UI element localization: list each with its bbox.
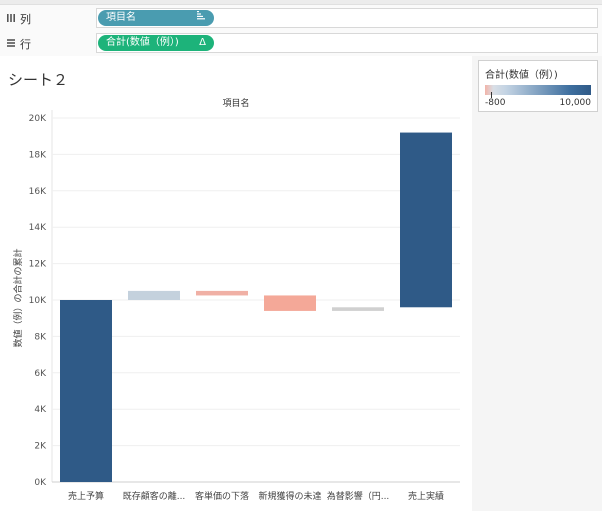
rows-icon — [6, 38, 16, 51]
columns-icon — [6, 13, 16, 26]
bar-1[interactable] — [60, 300, 112, 482]
x-tick-label: 新規獲得の未達 — [258, 490, 321, 502]
bar-3[interactable] — [196, 290, 248, 296]
column-pill-text: 項目名 — [106, 12, 136, 23]
waterfall-chart: 0K 2K 4K 6K 8K 10K 12K 14K 16K 18K 20K 売上予算 既存顧客の離.… — [12, 110, 460, 502]
columns-shelf: 列 項目名 — [0, 5, 602, 32]
y-tick-label: 14K — [29, 223, 47, 233]
y-axis-ticks: 0K 2K 4K 6K 8K 10K 12K 14K 16K 18K 20K — [29, 114, 47, 488]
y-tick-label: 4K — [34, 405, 47, 415]
delta-icon[interactable]: Δ — [199, 35, 206, 51]
x-tick-label: 売上実績 — [408, 490, 444, 502]
columns-shelf-label: 列 — [6, 11, 31, 27]
y-tick-label: 10K — [29, 296, 47, 306]
bars — [60, 132, 452, 482]
y-tick-label: 18K — [29, 150, 47, 160]
columns-label-text: 列 — [20, 13, 31, 26]
legend-max-label: 10,000 — [559, 98, 592, 108]
y-tick-label: 12K — [29, 260, 47, 270]
y-tick-label: 6K — [34, 369, 47, 379]
sort-descending-icon[interactable] — [196, 10, 206, 26]
sheet-title: シート２ — [8, 71, 69, 89]
legend-panel — [472, 56, 602, 511]
bar-4[interactable] — [264, 295, 316, 311]
y-tick-label: 16K — [29, 187, 47, 197]
x-tick-label: 客単価の下落 — [195, 490, 249, 502]
rows-shelf-label: 行 — [6, 36, 31, 52]
bar-5[interactable] — [332, 307, 384, 311]
color-legend[interactable]: 合計(数値（例）) -800 10,000 — [478, 60, 598, 112]
x-tick-label: 為替影響（円... — [327, 490, 390, 502]
row-pill-text: 合計(数値（例）) — [106, 37, 179, 48]
y-tick-label: 0K — [34, 478, 47, 488]
x-axis-labels: 売上予算 既存顧客の離... 客単価の下落 新規獲得の未達 為替影響（円... 売上実績 — [68, 490, 444, 502]
x-tick-label: 売上予算 — [68, 490, 104, 502]
bar-6[interactable] — [400, 132, 452, 308]
legend-title: 合計(数値（例）) — [485, 70, 558, 81]
bar-2[interactable] — [128, 290, 180, 300]
y-tick-label: 20K — [29, 114, 47, 124]
legend-color-ramp — [485, 85, 591, 95]
legend-min-label: -800 — [485, 98, 506, 108]
x-tick-label: 既存顧客の離... — [123, 490, 186, 502]
gridlines — [52, 117, 460, 447]
row-field-pill[interactable]: 合計(数値（例）) Δ — [98, 35, 214, 51]
column-field-pill[interactable]: 項目名 — [98, 10, 214, 26]
y-tick-label: 8K — [34, 332, 47, 342]
rows-label-text: 行 — [20, 38, 31, 51]
y-axis-title: 数値（例）の合計の累計 — [12, 248, 24, 347]
rows-shelf: 行 合計(数値（例）) Δ — [0, 30, 602, 57]
y-tick-label: 2K — [34, 442, 47, 452]
